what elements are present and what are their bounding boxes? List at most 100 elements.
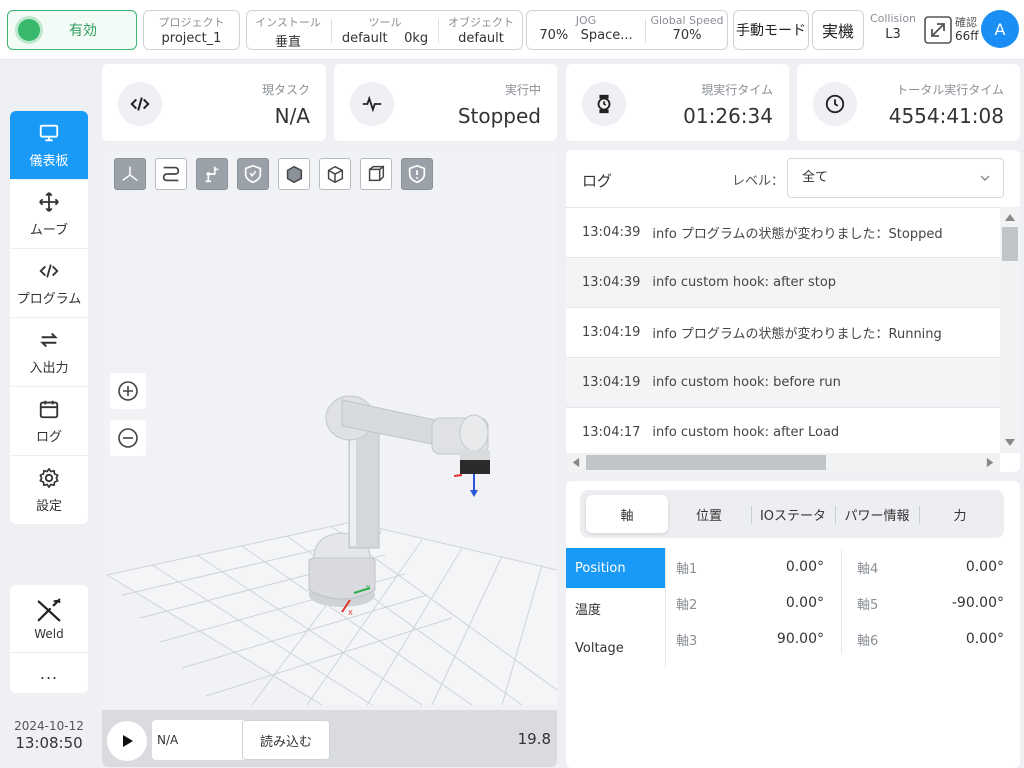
collision-level[interactable]: Collision L3 xyxy=(866,12,920,42)
joint-value-4: 軸4 0.00° xyxy=(857,559,1004,577)
total-runtime-value: 4554:41:08 xyxy=(888,104,1004,128)
nav-item-label: ムーブ xyxy=(29,222,69,238)
calendar-icon xyxy=(39,400,59,418)
collision-label: Collision xyxy=(869,12,917,25)
tab-force[interactable]: 力 xyxy=(920,495,1000,533)
collision-value: L3 xyxy=(885,27,901,42)
zoom-in-button[interactable] xyxy=(110,373,146,409)
cube-view-top-button[interactable] xyxy=(319,158,351,190)
pulse-icon xyxy=(350,82,394,126)
tab-io-status[interactable]: IOステータ xyxy=(752,495,834,533)
log-entry: 13:04:19 info プログラムの状態が変わりました：Running xyxy=(566,308,1000,358)
load-program-button[interactable]: 読み込む xyxy=(242,720,330,760)
global-speed-label: Global Speed xyxy=(650,14,724,27)
status-text: 有効 xyxy=(69,23,97,39)
cube-view-front-button[interactable] xyxy=(278,158,310,190)
axis-view-icon xyxy=(122,166,138,182)
scroll-down-icon[interactable] xyxy=(1004,437,1016,449)
install-tool-object-selector[interactable]: インストール 垂直 ツール default 0kg オブジェクト default xyxy=(246,10,523,50)
io-icon xyxy=(40,332,58,347)
manual-mode-button[interactable]: 手動モード xyxy=(733,10,809,50)
robot-model-button[interactable] xyxy=(196,158,228,190)
metric-voltage[interactable]: Voltage xyxy=(566,628,665,668)
nav-item-move[interactable]: ムーブ xyxy=(10,180,88,249)
nav-item-label: プログラム xyxy=(16,291,82,307)
cube-top-icon xyxy=(327,165,344,184)
monitor-icon xyxy=(39,124,59,141)
project-selector[interactable]: プロジェクト project_1 xyxy=(143,10,240,50)
move-icon xyxy=(39,191,59,212)
cube-front-icon xyxy=(286,165,303,184)
tab-position[interactable]: 位置 xyxy=(668,495,750,533)
speed-selector[interactable]: JOG 70% Space... Global Speed 70% xyxy=(526,10,728,50)
more-button[interactable]: ... xyxy=(10,653,88,693)
user-avatar[interactable]: A xyxy=(981,10,1019,48)
code-icon xyxy=(39,263,59,278)
tab-joint[interactable]: 軸 xyxy=(586,495,668,533)
metric-temperature[interactable]: 温度 xyxy=(566,588,665,628)
scroll-thumb[interactable] xyxy=(586,455,826,470)
alert-zone-button[interactable] xyxy=(401,158,433,190)
total-runtime-card: トータル実行タイム 4554:41:08 xyxy=(797,64,1020,141)
safety-zone-button[interactable] xyxy=(237,158,269,190)
robot-scene[interactable]: Y X xyxy=(102,150,557,710)
nav-item-log[interactable]: ログ xyxy=(10,387,88,456)
nav-item-settings[interactable]: 設定 xyxy=(10,456,88,524)
cube-view-side-button[interactable] xyxy=(360,158,392,190)
total-runtime-label: トータル実行タイム xyxy=(896,83,1004,97)
play-button[interactable] xyxy=(107,721,147,761)
real-machine-button[interactable]: 実機 xyxy=(812,10,864,50)
confirm-checksum[interactable]: 確認 66ff xyxy=(922,14,980,46)
expand-icon xyxy=(924,16,952,44)
joint-tabs: 軸 位置 IOステータ パワー情報 力 xyxy=(580,490,1004,538)
status-indicator-icon xyxy=(18,19,40,41)
object-value: default xyxy=(458,31,504,46)
enable-status-button[interactable]: 有効 xyxy=(7,10,137,50)
log-level-select[interactable]: 全て xyxy=(787,158,1004,198)
joint-value-6: 軸6 0.00° xyxy=(857,631,1004,649)
joint-value-5: 軸5 -90.00° xyxy=(857,595,1004,613)
joint-values: 軸1 0.00° 軸2 0.00° 軸3 90.00° 軸4 0.00° 軸5 -90.0… xyxy=(665,548,1020,668)
view-axis-button[interactable] xyxy=(114,158,146,190)
clock: 2024-10-12 13:08:50 xyxy=(10,719,88,752)
global-speed-value: 70% xyxy=(672,28,702,43)
tab-power[interactable]: パワー情報 xyxy=(836,495,918,533)
trajectory-icon xyxy=(162,166,180,182)
metric-position[interactable]: Position xyxy=(566,548,665,588)
nav-item-dashboard[interactable]: 儀表板 xyxy=(10,111,88,180)
nav-item-label: ログ xyxy=(35,429,62,445)
object-label: オブジェクト xyxy=(448,16,514,29)
log-vertical-scrollbar[interactable] xyxy=(1000,207,1020,453)
confirm-value: 66ff xyxy=(955,29,979,43)
project-value: project_1 xyxy=(161,31,222,46)
log-title: ログ xyxy=(582,172,613,190)
nav-item-io[interactable]: 入出力 xyxy=(10,318,88,387)
program-control-bar: N/A 読み込む 19.8 xyxy=(102,710,557,767)
play-icon xyxy=(123,735,133,747)
svg-text:X: X xyxy=(348,609,353,617)
shield-icon xyxy=(244,164,262,184)
nav-item-program[interactable]: プログラム xyxy=(10,249,88,318)
nav-item-weld[interactable]: Weld xyxy=(10,585,88,653)
trajectory-button[interactable] xyxy=(155,158,187,190)
joint-status-panel: 軸 位置 IOステータ パワー情報 力 Position 温度 Voltage … xyxy=(566,481,1020,768)
zoom-out-button[interactable] xyxy=(110,420,146,456)
joint-value-3: 軸3 90.00° xyxy=(676,631,824,649)
run-state-card: 実行中 Stopped xyxy=(334,64,557,141)
confirm-label: 確認 xyxy=(955,16,977,29)
nav-item-label: 儀表板 xyxy=(29,153,69,169)
watch-icon xyxy=(582,82,626,126)
gear-icon xyxy=(39,468,59,488)
log-horizontal-scrollbar[interactable] xyxy=(566,453,1000,472)
nav-item-label: 入出力 xyxy=(29,360,69,376)
log-entry: 13:04:19 info custom hook: before run xyxy=(566,358,1000,408)
log-list[interactable]: 13:04:39 info プログラムの状態が変わりました：Stopped 13:… xyxy=(566,207,1000,453)
scroll-left-icon[interactable] xyxy=(570,457,581,468)
chevron-down-icon xyxy=(980,175,990,181)
robot-3d-viewport[interactable]: Y X N/A 読み込む 19.8 xyxy=(102,150,557,767)
cube-side-icon xyxy=(368,165,385,182)
scroll-right-icon[interactable] xyxy=(985,457,996,468)
project-label: プロジェクト xyxy=(158,16,225,29)
scroll-up-icon[interactable] xyxy=(1004,211,1016,223)
scroll-thumb[interactable] xyxy=(1002,227,1018,261)
